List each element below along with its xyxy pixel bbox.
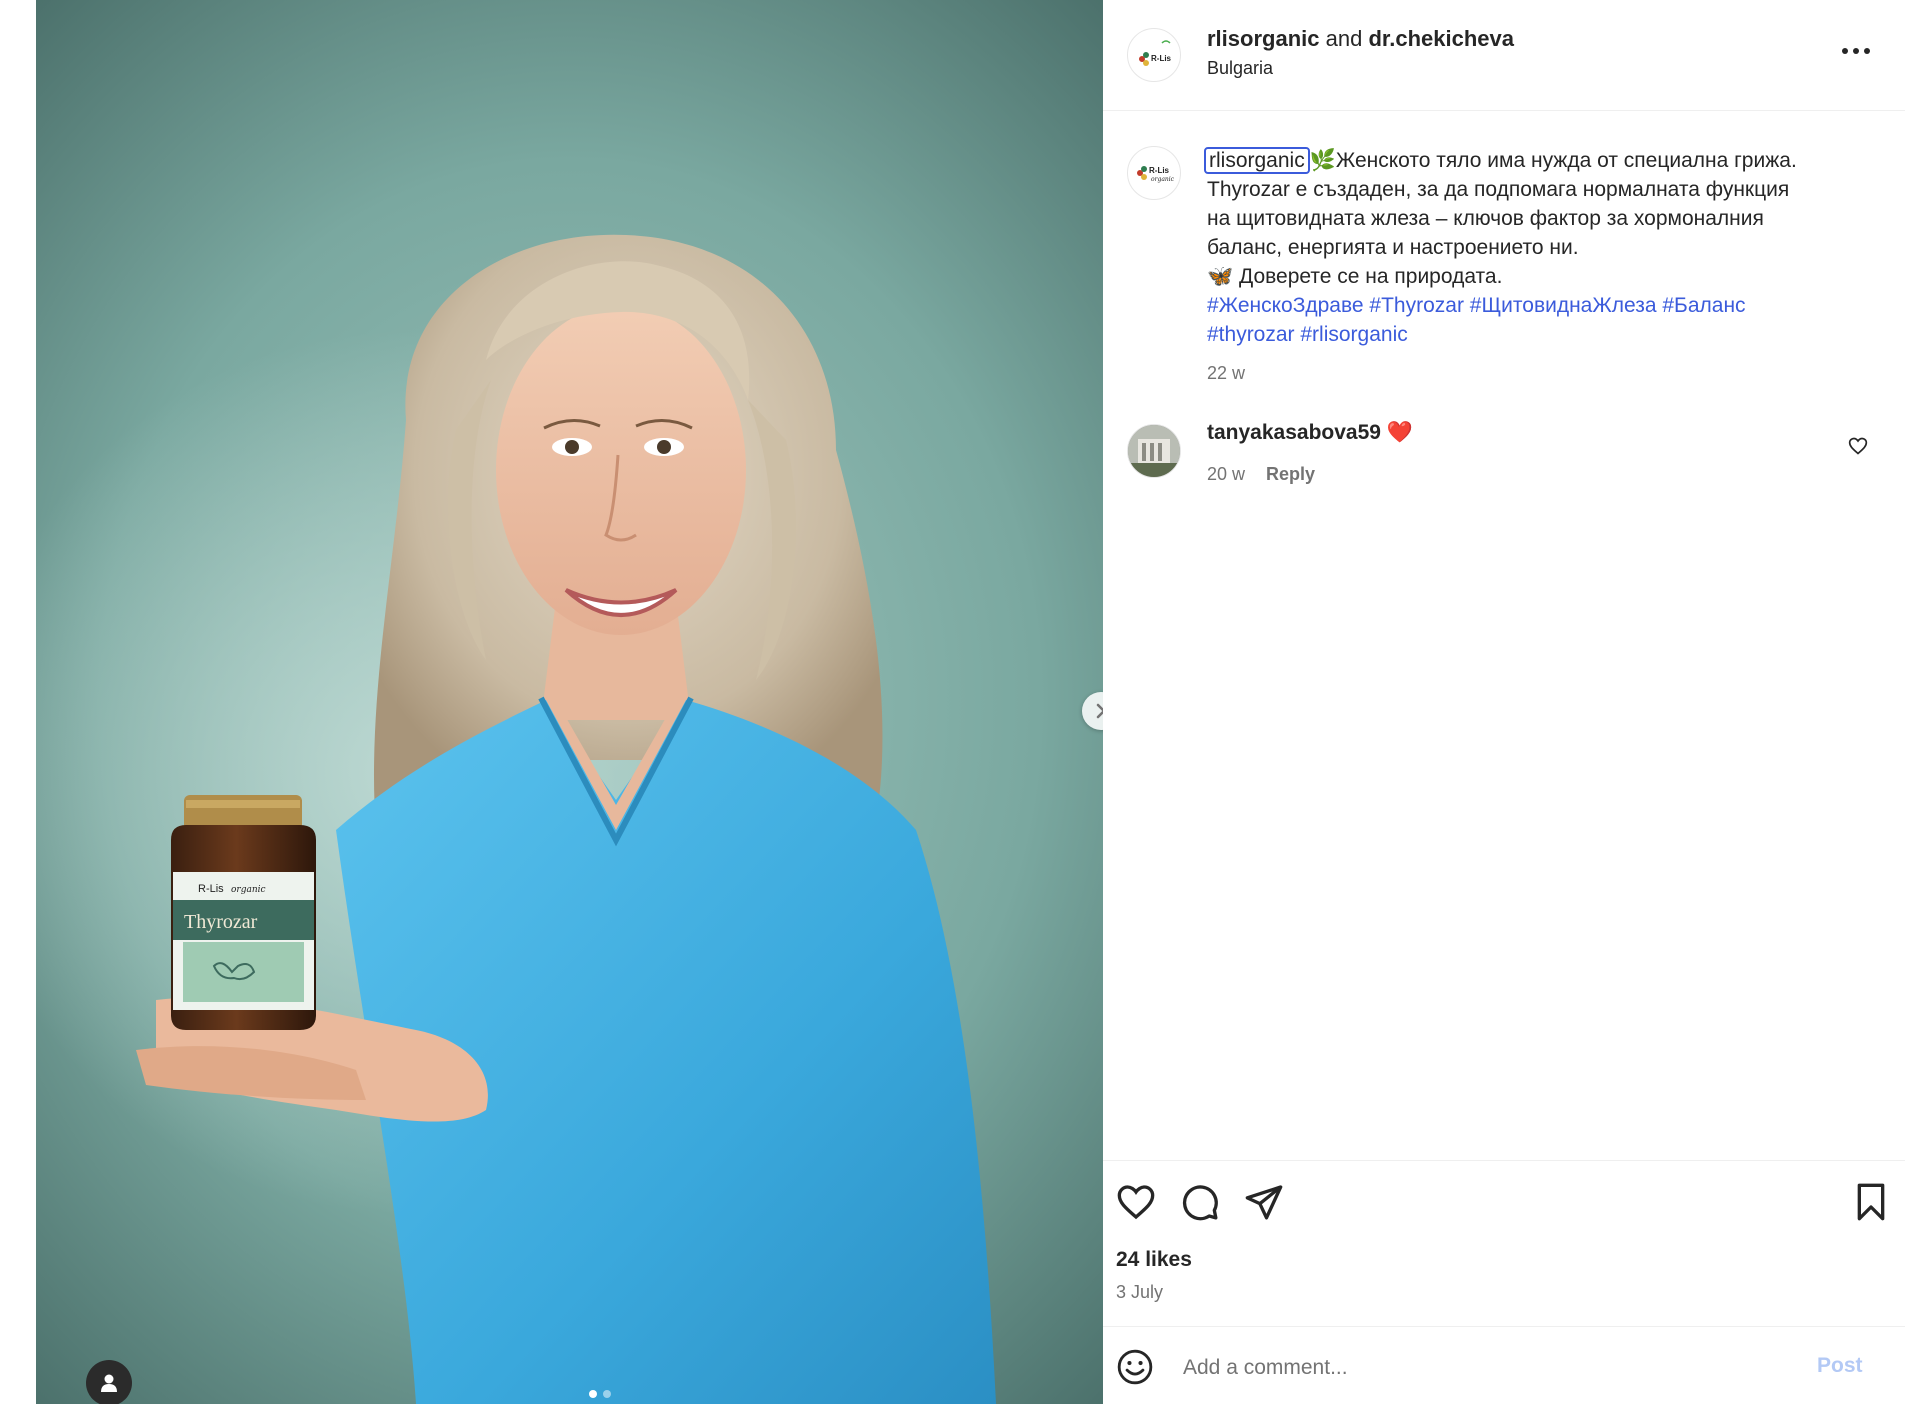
authors-connector: and [1325, 26, 1363, 51]
caption-author-avatar[interactable]: R-Lis organic [1127, 146, 1181, 200]
author-avatar[interactable]: R-Lis [1127, 28, 1181, 82]
share-button[interactable] [1244, 1182, 1284, 1227]
like-button[interactable] [1116, 1182, 1156, 1227]
carousel-dot [603, 1390, 611, 1398]
comment-box-divider [1103, 1326, 1905, 1327]
bookmark-icon [1857, 1183, 1885, 1221]
likes-count[interactable]: 24 likes [1116, 1248, 1192, 1272]
caption-line-4: баланс, енергията и настроението ни. [1207, 236, 1579, 259]
more-options-button[interactable] [1831, 36, 1881, 66]
emoji-button[interactable] [1116, 1348, 1154, 1391]
caption-line-3: на щитовидната жлеза – ключов фактор за … [1207, 207, 1764, 230]
rlis-logo-icon: R-Lis [1139, 40, 1172, 66]
more-horizontal-icon [1842, 48, 1870, 54]
svg-text:R-Lis: R-Lis [1149, 166, 1170, 175]
post-authors: rlisorganic and dr.chekicheva [1207, 26, 1514, 52]
heart-icon [1848, 437, 1868, 455]
caption-hashtags-2[interactable]: #thyrozar #rlisorganic [1207, 320, 1887, 349]
comment-item: tanyakasabova59 ❤️ [1207, 421, 1413, 445]
comment-meta: 20 w Reply [1207, 464, 1315, 485]
product-brand: R-Lis [198, 883, 224, 895]
comment-text: ❤️ [1386, 421, 1413, 444]
page-margin [1905, 0, 1920, 1404]
product-name: Thyrozar [184, 911, 258, 933]
post-date: 3 July [1116, 1282, 1164, 1302]
comment-input[interactable] [1181, 1350, 1785, 1386]
comment-timestamp[interactable]: 20 w [1207, 464, 1245, 484]
caption-line-1: 🌿Женското тяло има нужда от специална гр… [1309, 149, 1797, 172]
comment-username[interactable]: tanyakasabova59 [1207, 421, 1381, 444]
product-brand-sub: organic [231, 885, 266, 895]
svg-text:R-Lis: R-Lis [1151, 54, 1172, 63]
caption-line-5: 🦋 Доверете се на природата. [1207, 265, 1503, 288]
comment-like-button[interactable] [1848, 436, 1868, 461]
post-comment-button[interactable]: Post [1817, 1354, 1863, 1378]
caption-username[interactable]: rlisorganic [1204, 147, 1310, 174]
rlis-logo-icon: R-Lis organic [1137, 166, 1175, 183]
coauthor-username[interactable]: dr.chekicheva [1368, 26, 1514, 51]
tagged-users-button[interactable] [86, 1360, 132, 1404]
heart-icon [1117, 1185, 1155, 1220]
commenter-avatar[interactable] [1127, 424, 1181, 478]
caption-hashtags-1[interactable]: #ЖенскоЗдраве #Thyrozar #ЩитовиднаЖлеза … [1207, 291, 1887, 320]
actions-divider [1103, 1160, 1905, 1161]
comment-reply-button[interactable]: Reply [1266, 464, 1315, 484]
emoji-icon [1117, 1349, 1153, 1385]
comment-icon [1182, 1185, 1218, 1221]
share-icon [1245, 1185, 1283, 1220]
post-caption: rlisorganic 🌿Женското тяло има нужда от с… [1204, 146, 1887, 388]
commenter-photo [1128, 425, 1180, 477]
caption-timestamp[interactable]: 22 w [1207, 359, 1887, 388]
post-details-panel: R-Lis rlisorganic and dr.chekicheva Bulg… [1103, 0, 1905, 1404]
carousel-indicator [589, 1390, 611, 1398]
post-media[interactable]: R-Lis organic Thyrozar [36, 0, 1103, 1404]
chevron-right-icon [1096, 703, 1103, 719]
carousel-dot-active [589, 1390, 597, 1398]
author-username[interactable]: rlisorganic [1207, 26, 1319, 51]
caption-line-2: Thyrozar е създаден, за да подпомага нор… [1207, 178, 1790, 201]
save-button[interactable] [1851, 1182, 1891, 1227]
post-header: R-Lis rlisorganic and dr.chekicheva Bulg… [1103, 0, 1905, 111]
user-tag-icon [101, 1374, 117, 1392]
post-photo: R-Lis organic Thyrozar [136, 234, 996, 1404]
post-location[interactable]: Bulgaria [1207, 58, 1273, 79]
svg-text:organic: organic [1151, 176, 1175, 183]
comment-button[interactable] [1180, 1182, 1220, 1227]
